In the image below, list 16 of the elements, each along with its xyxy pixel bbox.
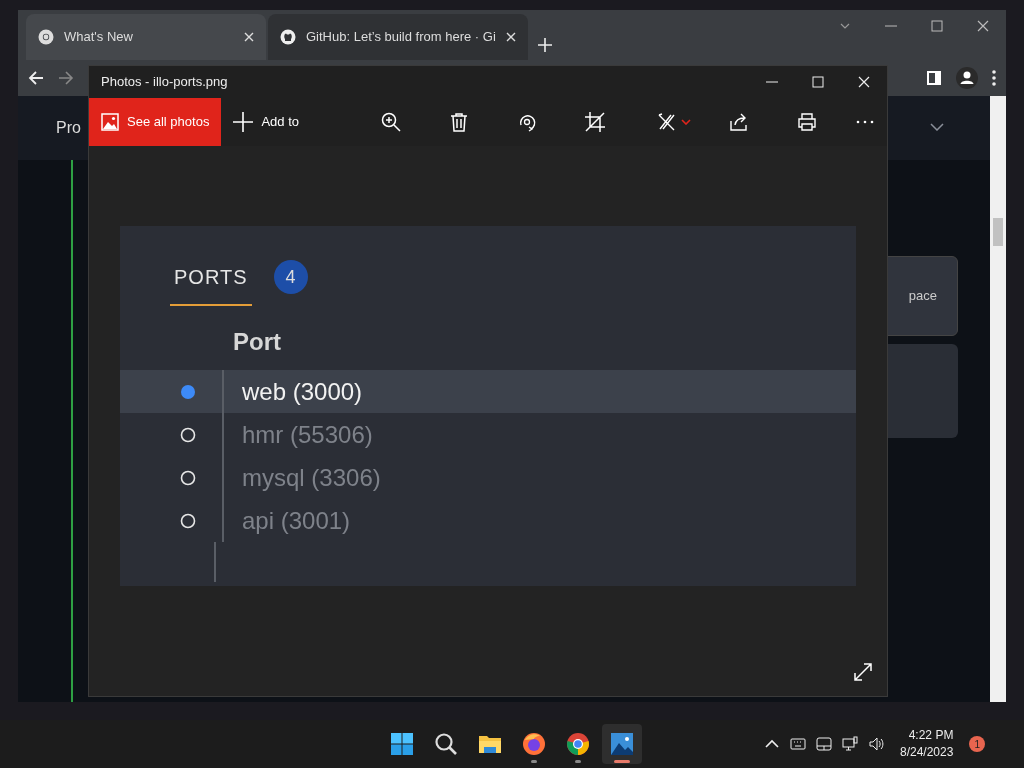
card-text: pace <box>908 287 937 306</box>
browser-tab[interactable]: What's New <box>26 14 266 60</box>
column-header: Port <box>232 327 282 357</box>
port-row[interactable]: hmr (55306) <box>120 413 856 456</box>
add-to-button[interactable]: Add to <box>221 112 311 132</box>
see-all-photos-button[interactable]: See all photos <box>89 98 222 146</box>
port-row[interactable]: mysql (3306) <box>120 456 856 499</box>
count-badge: 4 <box>273 260 308 294</box>
nav-link[interactable]: Pro <box>56 116 81 140</box>
ports-tab[interactable]: PORTS <box>170 262 252 306</box>
notification-badge[interactable]: 1 <box>969 736 986 752</box>
port-row[interactable]: api (3001) <box>120 499 856 542</box>
window-title: Photos - illo-ports.png <box>101 73 228 92</box>
port-row[interactable]: web (3000) <box>120 370 856 413</box>
browser-tab[interactable]: GitHub: Let’s build from here · Gi <box>268 14 528 60</box>
clock[interactable]: 4:22 PM 8/24/2023 <box>894 726 960 762</box>
